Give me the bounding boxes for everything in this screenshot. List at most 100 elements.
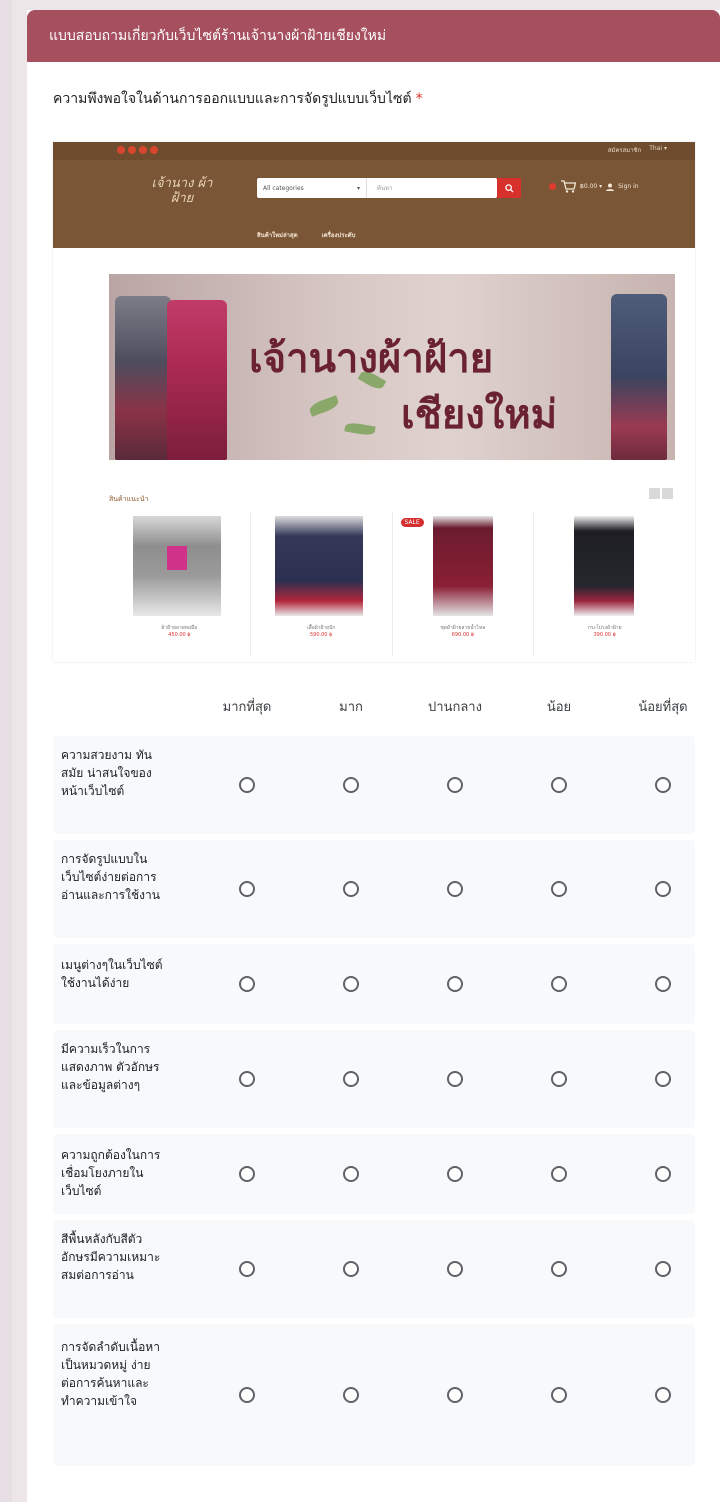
banner-title-line1: เจ้านางผ้าฝ้าย <box>249 335 494 382</box>
product-card: SALE ชุดผ้าฝ้ายลายน้ำไหล 690.00 ฿ <box>391 512 534 656</box>
column-label: มากที่สุด <box>222 700 272 715</box>
radio-button[interactable] <box>447 1166 463 1182</box>
radio-button[interactable] <box>343 1261 359 1277</box>
radio-button[interactable] <box>655 777 671 793</box>
radio-button[interactable] <box>447 1387 463 1403</box>
site-top-links: สมัครสมาชิก Thai ▾ <box>608 145 667 155</box>
banner-title-line2: เชียงใหม่ <box>401 391 558 438</box>
leaf-decoration <box>344 421 376 437</box>
mannequin-right <box>611 294 667 460</box>
radio-button[interactable] <box>343 1071 359 1087</box>
site-search-icon <box>497 178 521 198</box>
site-top-link: สมัครสมาชิก <box>607 147 642 154</box>
radio-button[interactable] <box>447 1261 463 1277</box>
product-image <box>574 516 635 616</box>
row-label: การจัดลำดับเนื้อหาเป็นหมวดหมู่ ง่ายต่อกา… <box>61 1340 160 1408</box>
radio-button[interactable] <box>239 1261 255 1277</box>
instagram-icon <box>128 146 136 154</box>
grid-row: สีพื้นหลังกับสีตัวอักษรมีความเหมาะสมต่อก… <box>53 1220 695 1318</box>
row-label: มีความเร็วในการแสดงภาพ ตัวอักษร และข้อมู… <box>61 1042 160 1092</box>
grid-row: การจัดรูปแบบในเว็บไซต์ง่ายต่อการอ่านและก… <box>53 840 695 938</box>
column-label: น้อย <box>546 700 572 715</box>
product-image <box>432 516 493 616</box>
radio-button[interactable] <box>447 881 463 897</box>
radio-button[interactable] <box>447 976 463 992</box>
radio-button[interactable] <box>239 1071 255 1087</box>
product-price: 590.00 ฿ <box>309 632 333 638</box>
site-cart: ฿0.00 ▾ Sign in <box>549 180 639 193</box>
radio-button[interactable] <box>655 1071 671 1087</box>
site-search-category-label: All categories <box>263 184 304 192</box>
line-icon <box>139 146 147 154</box>
radio-button[interactable] <box>343 976 359 992</box>
cart-total: ฿0.00 ▾ <box>580 183 603 190</box>
row-label: เมนูต่างๆในเว็บไซต์ใช้งานได้ง่าย <box>61 958 163 990</box>
radio-button[interactable] <box>239 1166 255 1182</box>
radio-button[interactable] <box>655 1166 671 1182</box>
product-card: เสื้อผ้าฝ้ายปัก 590.00 ฿ <box>249 512 392 656</box>
question-title: ความพึงพอใจในด้านการออกแบบและการจัดรูปแบ… <box>53 88 423 110</box>
product-price: 690.00 ฿ <box>451 632 474 638</box>
radio-button[interactable] <box>447 1071 463 1087</box>
radio-button[interactable] <box>343 881 359 897</box>
product-price: 450.00 ฿ <box>168 632 191 638</box>
radio-button[interactable] <box>551 1387 567 1403</box>
grid-row: การจัดลำดับเนื้อหาเป็นหมวดหมู่ ง่ายต่อกา… <box>53 1324 695 1466</box>
form-card: แบบสอบถามเกี่ยวกับเว็บไซต์ร้านเจ้านางผ้า… <box>27 10 720 1502</box>
page-margin <box>0 0 12 1502</box>
radio-button[interactable] <box>239 881 255 897</box>
radio-button[interactable] <box>551 976 567 992</box>
radio-button[interactable] <box>655 881 671 897</box>
radio-button[interactable] <box>239 976 255 992</box>
question-text: ความพึงพอใจในด้านการออกแบบและการจัดรูปแบ… <box>53 91 412 107</box>
form-header: แบบสอบถามเกี่ยวกับเว็บไซต์ร้านเจ้านางผ้า… <box>27 10 720 62</box>
youtube-icon <box>150 146 158 154</box>
radio-button[interactable] <box>551 1166 567 1182</box>
product-name: ผ้าฝ้ายลายทอมือ <box>161 625 198 631</box>
required-mark: * <box>415 91 423 107</box>
mannequin-center-left <box>167 300 227 460</box>
site-search-bar: All categories ▾ ค้นหา <box>257 178 497 198</box>
grid-row: ความสวยงาม ทันสมัย น่าสนใจของหน้าเว็บไซต… <box>53 736 695 834</box>
grid-row: เมนูต่างๆในเว็บไซต์ใช้งานได้ง่าย <box>53 944 695 1024</box>
chevron-right-icon <box>662 488 673 499</box>
radio-button[interactable] <box>239 777 255 793</box>
radio-button[interactable] <box>655 1261 671 1277</box>
column-label: ปานกลาง <box>428 700 482 715</box>
product-image <box>133 516 221 616</box>
site-nav: สินค้าใหม่ล่าสุด เครื่องประดับ <box>257 230 355 240</box>
site-language: Thai ▾ <box>649 145 667 152</box>
site-login: Sign in <box>618 183 639 190</box>
radio-button[interactable] <box>655 1387 671 1403</box>
column-label: น้อยที่สุด <box>638 700 688 715</box>
row-label: การจัดรูปแบบในเว็บไซต์ง่ายต่อการอ่านและก… <box>61 852 160 902</box>
sale-badge: SALE <box>400 518 424 527</box>
radio-button[interactable] <box>343 777 359 793</box>
chevron-down-icon: ▾ <box>356 184 360 192</box>
radio-button[interactable] <box>343 1166 359 1182</box>
radio-button[interactable] <box>655 976 671 992</box>
leaf-decoration <box>307 395 341 417</box>
product-card: ผ้าฝ้ายลายทอมือ 450.00 ฿ <box>109 512 250 656</box>
grid-row: มีความเร็วในการแสดงภาพ ตัวอักษร และข้อมู… <box>53 1030 695 1128</box>
product-name: ชุดผ้าฝ้ายลายน้ำไหล <box>440 625 486 631</box>
product-card: กระโปรงผ้าฝ้าย 390.00 ฿ <box>533 512 675 656</box>
radio-button[interactable] <box>239 1387 255 1403</box>
radio-button[interactable] <box>551 777 567 793</box>
radio-button[interactable] <box>551 1261 567 1277</box>
grid-header: มากที่สุด มาก ปานกลาง น้อย น้อยที่สุด <box>53 674 695 730</box>
site-nav-item: เครื่องประดับ <box>321 232 356 239</box>
choice-grid: มากที่สุด มาก ปานกลาง น้อย น้อยที่สุด คว… <box>53 674 695 1466</box>
radio-button[interactable] <box>447 777 463 793</box>
site-logo: เจ้านาง ผ้าฝ้าย <box>151 176 213 206</box>
radio-button[interactable] <box>551 881 567 897</box>
mannequin-left <box>115 296 171 460</box>
row-label: ความถูกต้องในการเชื่อมโยงภายในเว็บไซต์ <box>61 1148 161 1198</box>
form-title: แบบสอบถามเกี่ยวกับเว็บไซต์ร้านเจ้านางผ้า… <box>49 28 387 44</box>
radio-button[interactable] <box>551 1071 567 1087</box>
row-label: ความสวยงาม ทันสมัย น่าสนใจของหน้าเว็บไซต… <box>61 748 152 798</box>
site-banner: เจ้านางผ้าฝ้าย เชียงใหม่ <box>109 274 675 460</box>
radio-button[interactable] <box>343 1387 359 1403</box>
product-name: กระโปรงผ้าฝ้าย <box>587 625 622 631</box>
website-screenshot-image: สมัครสมาชิก Thai ▾ เจ้านาง ผ้าฝ้าย All c… <box>53 142 695 662</box>
